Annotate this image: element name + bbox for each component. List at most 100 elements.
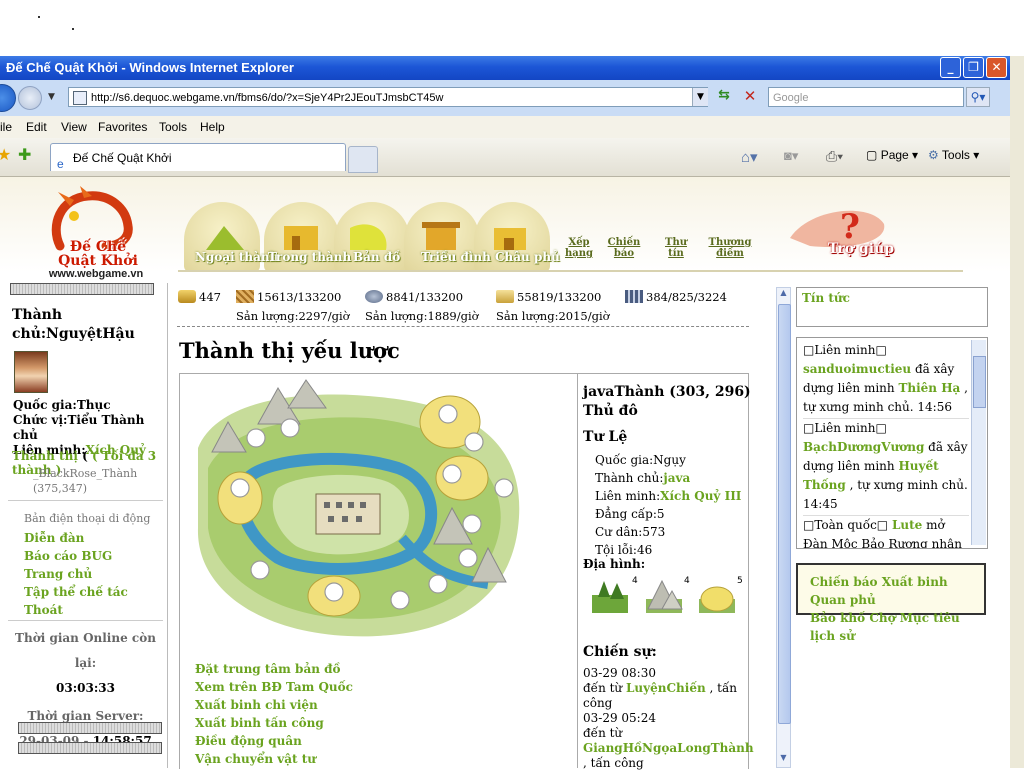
city-link[interactable]: Thành thị [12,449,78,463]
stop-icon[interactable]: ✕ [739,87,761,107]
print-icon[interactable]: ⎙▾ [826,148,843,165]
alerts-line-2[interactable]: Bảo khố Chợ Mục tiêu lịch sử [810,609,984,645]
city-type: Thủ đô [583,403,638,419]
gold-icon [178,290,196,303]
news-scrollbar[interactable] [971,340,986,545]
news-item: □Liên minh□ sanduoimuctieu đã xây dựng l… [803,341,969,419]
menu-edit[interactable]: Edit [26,116,47,138]
owner-link[interactable]: java [663,471,690,485]
home-icon[interactable]: ⌂▾ [741,148,758,166]
news-list: □Liên minh□ sanduoimuctieu đã xây dựng l… [797,338,987,548]
mountain-count: 4 [684,576,690,586]
resource-gold: 447 [178,290,221,304]
left-divider-2 [8,620,163,621]
feeds-icon[interactable]: ◙▾ [784,148,798,164]
avatar[interactable] [14,351,48,393]
nav-label-court[interactable]: Triều đình [421,250,491,264]
city-name: javaThành (303, 296) [583,384,751,400]
nav-label-outer[interactable]: Ngoại thành [195,250,278,264]
nav-battle-report[interactable]: Chiến báo [607,237,641,259]
forest-terrain-icon [592,581,628,613]
favorites-star-icon[interactable]: ★ [0,145,11,164]
alerts-box: Chiến báo Xuất binh Quan phủ Bảo khố Chợ… [796,563,986,643]
news-link[interactable]: sanduoimuctieu [803,362,911,376]
credits-link[interactable]: Tập thể chế tác [24,583,128,601]
tools-menu[interactable]: ⚙ Tools ▾ [928,148,979,162]
help-link[interactable]: Trợ giúp [828,241,894,257]
city-list-item[interactable]: _BlackRose_Thành (375,347) [33,466,137,496]
city-map[interactable] [188,378,532,644]
nav-label-map[interactable]: Bản đồ [353,250,400,264]
view-world-map-link[interactable]: Xem trên BĐ Tam Quốc [195,678,353,696]
refresh-icon[interactable]: ⇆ [713,87,735,107]
address-dropdown-icon[interactable]: ▼ [692,88,708,106]
menu-view[interactable]: View [61,116,87,138]
forest-count: 4 [632,576,638,586]
scroll-up-icon[interactable]: ▲ [777,288,790,297]
nav-shop[interactable]: Thương điếm [708,237,752,259]
page-scroll-thumb[interactable] [778,304,791,724]
nav-mail[interactable]: Thư tín [659,237,693,259]
tab-game[interactable]: e Đế Chế Quật Khởi [50,143,346,171]
forum-link[interactable]: Diễn đàn [24,529,128,547]
menu-file[interactable]: ile [0,116,12,138]
nav-building-icons [206,222,526,250]
nav-label-inner[interactable]: Trong thành [268,250,351,264]
window-title-bar[interactable]: Đế Chế Quật Khởi - Windows Internet Expl… [0,56,1010,80]
city-actions: Đặt trung tâm bản đồ Xem trên BĐ Tam Quố… [195,660,353,768]
nav-ranking[interactable]: Xếp hạng [562,237,596,259]
attacker-link[interactable]: LuyệnChiến [626,681,706,695]
news-scroll-thumb[interactable] [973,356,986,408]
new-tab-button[interactable] [348,146,378,173]
news-tag: □Toàn quốc□ [803,518,892,532]
address-input[interactable]: http://s6.dequoc.webgame.vn/fbms6/do/?x=… [68,87,708,107]
news-link[interactable]: Thiên Hạ [898,381,960,395]
left-links: Diễn đàn Báo cáo BUG Trang chủ Tập thể c… [24,529,128,619]
menu-favorites[interactable]: Favorites [98,116,147,138]
page-menu[interactable]: ▢ Page ▾ [866,148,918,162]
news-title: Tín tức [802,291,850,305]
menu-tools[interactable]: Tools [159,116,187,138]
time-block: Thời gian Online còn lại: 03:03:33 Thời … [8,626,163,754]
maximize-button[interactable]: ❐ [963,57,984,78]
transport-goods-link[interactable]: Vận chuyển vật tư [195,750,353,768]
news-tag: □Liên minh□ [803,421,887,435]
city-alliance-link[interactable]: Xích Quỷ III [660,489,741,503]
panel-divider [577,373,578,768]
desktop-dot [72,28,74,30]
field-terrain-icon [699,586,735,613]
news-link[interactable]: BạchDươngVương [803,440,924,454]
war-label: Chiến sự: [583,644,657,660]
scroll-down-icon[interactable]: ▼ [777,753,790,762]
logout-link[interactable]: Thoát [24,601,128,619]
alerts-line-1[interactable]: Chiến báo Xuất binh Quan phủ [810,573,984,609]
send-attack-link[interactable]: Xuất binh tấn công [195,714,353,732]
search-icon[interactable]: ⚲▾ [966,87,990,107]
news-link[interactable]: Lute [892,518,922,532]
logo-text: Đế Chế Quật Khởi [58,239,138,269]
close-button[interactable]: ✕ [986,57,1007,78]
forward-button[interactable] [18,86,42,110]
menu-help[interactable]: Help [200,116,225,138]
homepage-link[interactable]: Trang chủ [24,565,128,583]
center-map-link[interactable]: Đặt trung tâm bản đồ [195,660,353,678]
bug-report-link[interactable]: Báo cáo BUG [24,547,128,565]
attacker-link[interactable]: GiangHồNgọaLongThành [583,741,754,755]
war-item: 03-29 08:30 đến từ LuyệnChiến , tấn công [583,666,738,710]
lord-title: Thành chủ:NguyệtHậu [12,307,135,342]
search-input[interactable]: Google [768,87,964,107]
ie-page-icon: e [57,157,64,171]
add-favorite-icon[interactable]: ✚ [18,145,31,164]
left-ornament-top [10,283,154,295]
nav-label-prefecture[interactable]: Châu phủ [495,250,560,264]
page-icon [73,91,87,105]
move-troops-link[interactable]: Điều động quân [195,732,353,750]
news-item: □Toàn quốc□ Lute mở Đàn Mộc Bảo Rương nh… [803,516,969,548]
mountain-terrain-icon [646,579,683,613]
nav-divider [178,270,963,272]
city-details: Quốc gia:Ngụy Thành chủ:java Liên minh:X… [595,453,742,557]
forward-dropdown-icon[interactable]: ▼ [48,92,55,102]
menu-bar: ile Edit View Favorites Tools Help [0,116,1010,139]
minimize-button[interactable]: _ [940,57,961,78]
send-reinforcements-link[interactable]: Xuất binh chi viện [195,696,353,714]
